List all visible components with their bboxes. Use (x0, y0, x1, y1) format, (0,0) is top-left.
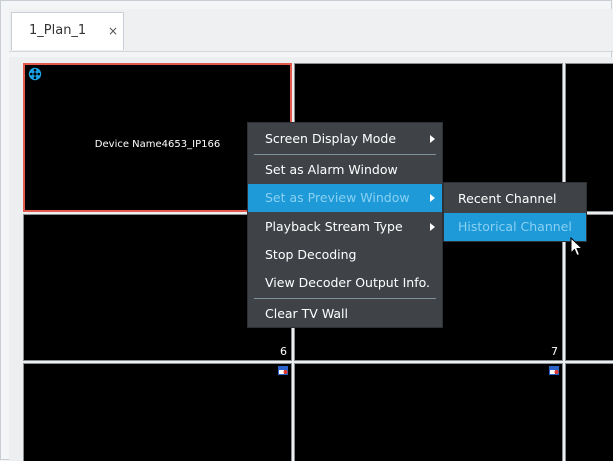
menu-playback-stream-type[interactable]: Playback Stream Type (248, 213, 442, 241)
decoder-wheel-icon (28, 67, 42, 81)
menu-item-label: Set as Alarm Window (265, 162, 398, 177)
menu-stop-decoding[interactable]: Stop Decoding (248, 241, 442, 269)
menu-item-label: Stop Decoding (265, 247, 357, 262)
screen-window-11[interactable] (23, 363, 292, 461)
menu-view-decoder-output-info[interactable]: View Decoder Output Info. (248, 269, 442, 297)
submenu-recent-channel[interactable]: Recent Channel (444, 185, 586, 213)
submenu-historical-channel[interactable]: Historical Channel (444, 213, 586, 241)
tab-bar: 1_Plan_1 × (9, 9, 613, 52)
context-menu: Screen Display Mode Set as Alarm Window … (247, 122, 443, 328)
tab-close-icon[interactable]: × (108, 24, 118, 38)
screen-window-12[interactable] (294, 363, 563, 461)
menu-clear-tv-wall[interactable]: Clear TV Wall (248, 300, 442, 328)
submenu-arrow-icon (430, 135, 435, 143)
menu-item-label: Clear TV Wall (265, 306, 348, 321)
menu-item-label: View Decoder Output Info. (265, 275, 431, 290)
menu-item-label: Set as Preview Window (265, 190, 410, 205)
menu-item-label: Historical Channel (458, 219, 572, 234)
window-number: 7 (551, 345, 558, 358)
menu-divider (254, 298, 436, 299)
menu-set-as-preview-window[interactable]: Set as Preview Window (248, 184, 442, 212)
menu-item-label: Playback Stream Type (265, 219, 403, 234)
recording-status-icon (549, 366, 559, 375)
screen-window-13[interactable] (565, 363, 613, 461)
tab-plan[interactable]: 1_Plan_1 × (11, 12, 124, 50)
menu-screen-display-mode[interactable]: Screen Display Mode (248, 125, 442, 153)
menu-item-label: Recent Channel (458, 191, 557, 206)
tv-wall-panel: 1_Plan_1 × Device Name4653_IP166 6 7 Scr… (0, 0, 613, 461)
preview-window-submenu: Recent Channel Historical Channel (443, 182, 587, 242)
submenu-arrow-icon (430, 194, 435, 202)
submenu-arrow-icon (430, 223, 435, 231)
window-number: 6 (280, 345, 287, 358)
mouse-cursor-icon (570, 237, 584, 257)
tab-label: 1_Plan_1 (29, 23, 87, 38)
recording-status-icon (278, 366, 288, 375)
menu-item-label: Screen Display Mode (265, 131, 397, 146)
menu-divider (254, 154, 436, 155)
menu-set-as-alarm-window[interactable]: Set as Alarm Window (248, 156, 442, 184)
